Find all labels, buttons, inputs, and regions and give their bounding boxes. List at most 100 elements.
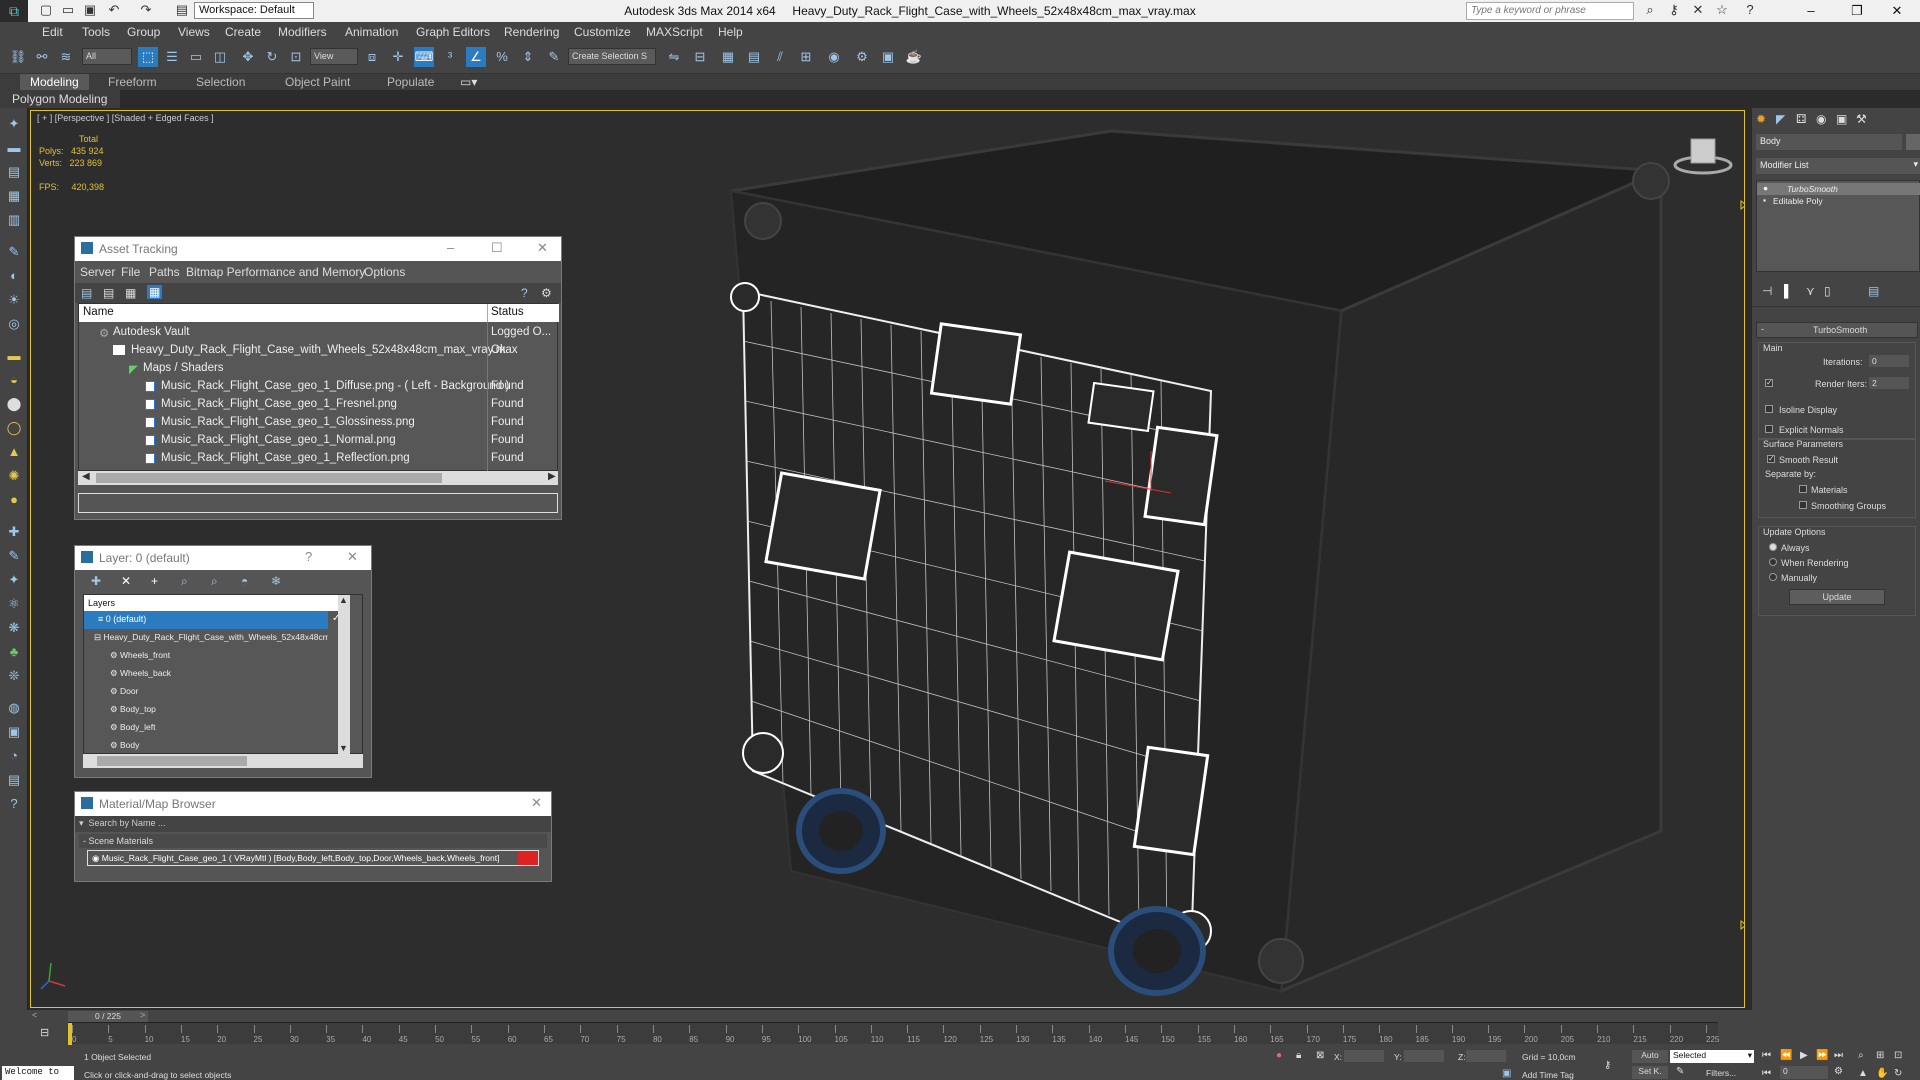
key-filter-icon[interactable]: ✎ <box>1676 1066 1684 1077</box>
menu-paths[interactable]: Paths <box>149 265 180 279</box>
menu-bitmap[interactable]: Bitmap Performance and Memory <box>186 265 365 279</box>
redo-icon[interactable]: ↷ <box>136 2 156 20</box>
col-name[interactable]: Name <box>83 306 114 318</box>
materials-checkbox[interactable] <box>1799 485 1807 493</box>
grid-view-icon[interactable]: ▦ <box>147 285 163 299</box>
move-icon[interactable]: ✥ <box>238 47 258 67</box>
app-logo[interactable]: ⧉ <box>0 0 28 22</box>
menu-create[interactable]: Create <box>225 25 261 39</box>
scale-icon[interactable]: ⊡ <box>286 47 306 67</box>
menu-graph-editors[interactable]: Graph Editors <box>416 25 490 39</box>
key-icon[interactable]: ⚷ <box>1664 2 1684 20</box>
highlight-layer-icon[interactable]: ⌕ <box>211 574 218 589</box>
edit-named-selection-icon[interactable]: ✎ <box>544 47 564 67</box>
environment-icon[interactable]: ◔ <box>4 748 24 768</box>
create-icon[interactable]: ✦ <box>4 116 24 136</box>
key-mode-icon[interactable]: ⚷ <box>1604 1060 1611 1071</box>
layer-hscrollbar[interactable] <box>83 754 363 768</box>
close-icon-mat[interactable]: ✕ <box>531 795 542 811</box>
help-circle-icon[interactable]: ? <box>4 796 24 816</box>
close-button[interactable]: ✕ <box>1874 0 1920 22</box>
layer-item-body-left[interactable]: ⚙ Body_left <box>84 719 328 737</box>
y-coord-field[interactable] <box>1404 1050 1444 1062</box>
menu-group[interactable]: Group <box>127 25 160 39</box>
show-end-result-icon[interactable]: ▌ <box>1784 284 1793 298</box>
settings-icon[interactable]: ⚙ <box>541 286 552 300</box>
help-icon[interactable]: ? <box>1740 2 1760 20</box>
add-selection-icon[interactable]: + <box>151 574 158 588</box>
spacewarp-icon[interactable]: ✦ <box>4 572 24 592</box>
key-filters-button[interactable]: Filters... <box>1706 1068 1736 1078</box>
layer-item-body[interactable]: ⚙ Body <box>84 737 328 755</box>
create-tab-icon[interactable]: ✹ <box>1756 112 1766 126</box>
zoom-all-icon[interactable]: ⊞ <box>1876 1050 1884 1061</box>
layer-item-default[interactable]: ≡ 0 (default) <box>84 611 328 629</box>
isoline-checkbox[interactable] <box>1765 405 1773 413</box>
display-tab-icon[interactable]: ▣ <box>1836 112 1847 126</box>
display-icon[interactable]: ▥ <box>4 212 24 232</box>
selected-set-dropdown[interactable]: Selected ▾ <box>1670 1050 1754 1063</box>
snaps-toggle-icon[interactable]: ³ <box>440 47 460 67</box>
rect-selection-icon[interactable]: ▭ <box>186 47 206 67</box>
polygon-modeling-label[interactable]: Polygon Modeling <box>0 90 120 108</box>
col-status[interactable]: Status <box>491 306 524 318</box>
orbit-icon[interactable]: ↻ <box>1894 1068 1902 1079</box>
cone-icon[interactable]: ▲ <box>4 444 24 464</box>
scroll-left-icon[interactable]: ◀ <box>82 471 90 482</box>
menu-tools[interactable]: Tools <box>82 25 110 39</box>
minimize-icon[interactable]: – <box>447 240 454 255</box>
maximize-icon[interactable]: ☐ <box>491 240 503 256</box>
layer-item-wheels-front[interactable]: ⚙ Wheels_front <box>84 647 328 665</box>
render-icon-left[interactable]: ▣ <box>4 724 24 744</box>
schematic-view-icon[interactable]: ⊞ <box>796 47 816 67</box>
key-mode-toggle-icon[interactable]: ⏮ <box>1762 1068 1771 1079</box>
list-icon[interactable]: ▤ <box>103 286 114 300</box>
menu-options[interactable]: Options <box>364 265 405 279</box>
welcome-listener[interactable]: Welcome to <box>2 1066 74 1080</box>
scene-explorer-icon[interactable]: ▤ <box>744 47 764 67</box>
named-selection-dropdown[interactable]: Create Selection S <box>568 48 656 65</box>
star-icon[interactable]: ☆ <box>1712 2 1732 20</box>
tree-icon[interactable]: ♣ <box>4 644 24 664</box>
spinner-snap-icon[interactable]: ⇕ <box>518 47 538 67</box>
iterations-spinner[interactable]: 0 <box>1869 355 1909 367</box>
remove-modifier-icon[interactable]: ▯ <box>1824 284 1831 298</box>
help-icon-layer[interactable]: ? <box>305 549 312 564</box>
hierarchy-icon[interactable]: ▤ <box>4 164 24 184</box>
menu-views[interactable]: Views <box>178 25 210 39</box>
bind-space-warp-icon[interactable]: ≋ <box>56 47 76 67</box>
menu-server[interactable]: Server <box>80 265 115 279</box>
current-frame-field[interactable]: 0 <box>1780 1066 1828 1079</box>
undo-icon[interactable]: ↶ <box>104 2 124 20</box>
material-editor-icon[interactable]: ◉ <box>824 47 844 67</box>
freeze-layer-icon[interactable]: ❄ <box>271 574 281 588</box>
manually-radio[interactable] <box>1769 573 1777 581</box>
minimize-button[interactable]: – <box>1788 0 1834 22</box>
layer-manager-icon[interactable]: ▦ <box>718 47 738 67</box>
tab-modeling[interactable]: Modeling <box>20 74 89 90</box>
timeline-icon[interactable]: ⊟ <box>40 1026 49 1039</box>
pan-icon[interactable]: ✋ <box>1876 1068 1888 1079</box>
modify-tab-icon[interactable]: ◤ <box>1776 112 1785 126</box>
project-folder-icon[interactable]: ▤ <box>172 2 192 20</box>
smooth-result-checkbox[interactable]: ✓ <box>1767 454 1775 463</box>
menu-maxscript[interactable]: MAXScript <box>646 25 703 39</box>
rendered-frame-icon[interactable]: ▣ <box>878 47 898 67</box>
render-iters-spinner[interactable]: 2 <box>1869 377 1909 389</box>
material-browser-titlebar[interactable]: Material/Map Browser ✕ <box>75 792 551 816</box>
curve-editor-icon[interactable]: ⫽ <box>770 47 790 67</box>
light-icon[interactable]: ☀ <box>4 292 24 312</box>
unlink-icon[interactable]: ⚯ <box>32 47 52 67</box>
motion-icon[interactable]: ▦ <box>4 188 24 208</box>
reference-coord-dropdown[interactable]: View <box>310 48 358 65</box>
update-button[interactable]: Update <box>1789 589 1885 605</box>
bulb-icon[interactable]: ● <box>1763 183 1768 193</box>
time-tag-icon[interactable]: ▣ <box>1502 1068 1511 1079</box>
layer-item-wheels-back[interactable]: ⚙ Wheels_back <box>84 665 328 683</box>
select-manipulate-icon[interactable]: ✛ <box>388 47 408 67</box>
stack-item-turbosmooth[interactable]: ● TurboSmooth <box>1757 183 1920 195</box>
isolate-icon[interactable]: ● <box>1276 1050 1282 1061</box>
zoom-extents-icon[interactable]: ⊡ <box>1894 1050 1902 1061</box>
explicit-normals-checkbox[interactable] <box>1765 425 1773 433</box>
workspace-dropdown[interactable]: Workspace: Default <box>194 2 314 19</box>
